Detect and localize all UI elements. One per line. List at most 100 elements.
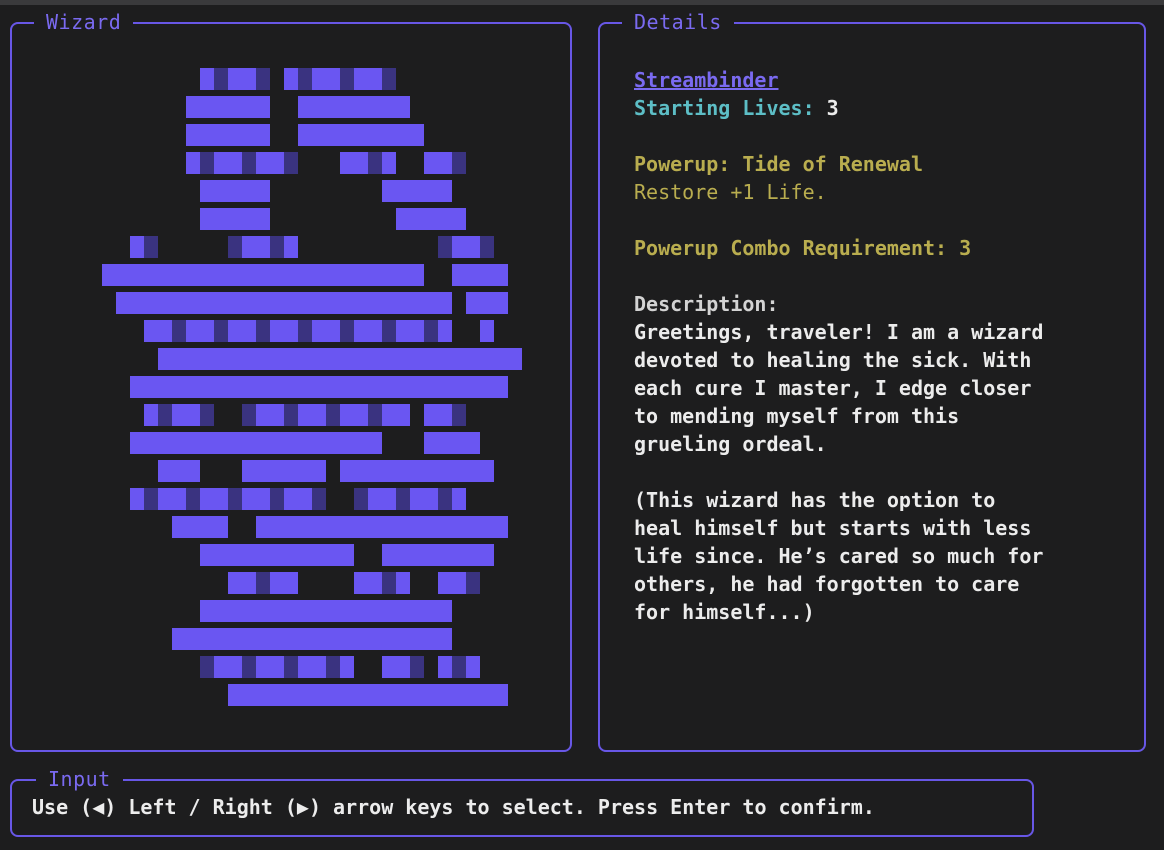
art-pixel: [186, 152, 200, 174]
art-pixel: [172, 320, 186, 342]
art-pixel: [228, 544, 242, 566]
art-pixel: [340, 152, 354, 174]
art-pixel: [354, 684, 368, 706]
art-pixel: [172, 628, 186, 650]
art-pixel: [438, 236, 452, 258]
art-pixel: [382, 376, 396, 398]
art-pixel: [228, 292, 242, 314]
art-pixel: [200, 544, 214, 566]
art-pixel: [270, 460, 284, 482]
art-pixel: [256, 544, 270, 566]
art-pixel: [256, 600, 270, 622]
art-pixel: [200, 348, 214, 370]
art-pixel: [242, 684, 256, 706]
art-pixel: [298, 656, 312, 678]
art-pixel: [284, 572, 298, 594]
art-pixel: [214, 292, 228, 314]
art-pixel: [368, 124, 382, 146]
art-pixel: [270, 404, 284, 426]
art-pixel: [396, 600, 410, 622]
wizard-name-link[interactable]: Streambinder: [634, 68, 779, 92]
art-pixel: [186, 376, 200, 398]
art-pixel: [424, 376, 438, 398]
art-pixel: [186, 264, 200, 286]
art-pixel: [242, 96, 256, 118]
art-pixel: [214, 376, 228, 398]
art-pixel: [158, 320, 172, 342]
art-pixel: [312, 432, 326, 454]
art-pixel: [466, 656, 480, 678]
art-pixel: [200, 600, 214, 622]
art-pixel: [298, 264, 312, 286]
art-pixel: [270, 572, 284, 594]
art-pixel: [466, 432, 480, 454]
art-pixel: [270, 376, 284, 398]
art-pixel: [452, 152, 466, 174]
input-panel[interactable]: Input Use (◀) Left / Right (▶) arrow key…: [10, 768, 1034, 837]
art-pixel: [396, 572, 410, 594]
art-pixel: [438, 572, 452, 594]
art-pixel: [438, 432, 452, 454]
art-pixel: [186, 432, 200, 454]
art-pixel: [480, 516, 494, 538]
art-pixel: [270, 656, 284, 678]
art-pixel: [410, 348, 424, 370]
art-pixel: [452, 656, 466, 678]
art-pixel: [116, 264, 130, 286]
art-pixel: [326, 264, 340, 286]
art-pixel: [452, 432, 466, 454]
art-pixel: [270, 684, 284, 706]
art-pixel: [452, 488, 466, 510]
art-pixel: [424, 152, 438, 174]
art-pixel: [214, 488, 228, 510]
art-pixel: [452, 236, 466, 258]
art-pixel: [214, 348, 228, 370]
art-pixel: [228, 684, 242, 706]
art-pixel: [298, 68, 312, 90]
art-pixel: [340, 320, 354, 342]
art-pixel: [382, 656, 396, 678]
art-pixel: [354, 572, 368, 594]
art-pixel: [438, 376, 452, 398]
art-pixel: [312, 348, 326, 370]
art-pixel: [410, 544, 424, 566]
art-pixel: [186, 628, 200, 650]
art-pixel: [256, 208, 270, 230]
art-pixel: [396, 180, 410, 202]
art-pixel: [424, 544, 438, 566]
art-pixel: [214, 600, 228, 622]
art-pixel: [172, 432, 186, 454]
art-pixel: [368, 460, 382, 482]
art-pixel: [396, 684, 410, 706]
art-pixel: [144, 404, 158, 426]
art-pixel: [256, 656, 270, 678]
art-pixel: [396, 460, 410, 482]
art-pixel: [270, 348, 284, 370]
art-pixel: [382, 96, 396, 118]
art-pixel: [340, 432, 354, 454]
art-pixel: [312, 488, 326, 510]
art-pixel: [242, 236, 256, 258]
art-pixel: [158, 292, 172, 314]
art-pixel: [158, 460, 172, 482]
art-pixel: [410, 600, 424, 622]
art-pixel: [158, 432, 172, 454]
art-pixel: [284, 348, 298, 370]
art-pixel: [200, 264, 214, 286]
art-pixel: [228, 628, 242, 650]
art-pixel: [410, 124, 424, 146]
art-pixel: [270, 152, 284, 174]
art-pixel: [214, 320, 228, 342]
art-pixel: [214, 432, 228, 454]
art-pixel: [284, 684, 298, 706]
art-pixel: [298, 628, 312, 650]
art-pixel: [354, 376, 368, 398]
art-pixel: [326, 600, 340, 622]
art-pixel: [214, 124, 228, 146]
art-pixel: [284, 404, 298, 426]
art-pixel: [242, 124, 256, 146]
art-pixel: [494, 292, 508, 314]
description-label: Description:: [634, 292, 779, 316]
art-pixel: [284, 152, 298, 174]
art-pixel: [298, 516, 312, 538]
